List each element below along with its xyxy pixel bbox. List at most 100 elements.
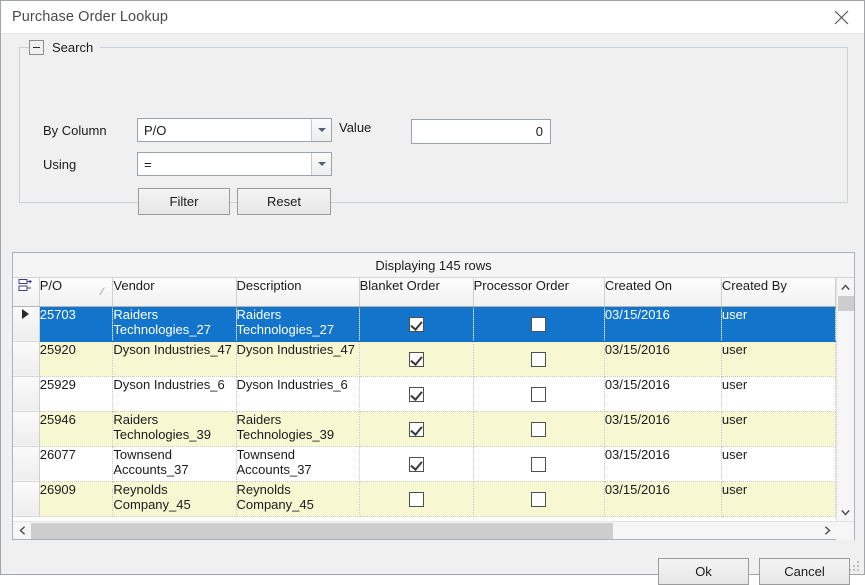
row-selector[interactable] [13,411,40,447]
cell-processor-order-checkbox[interactable] [531,456,547,472]
column-header-vendor[interactable]: Vendor [112,278,237,307]
table-row[interactable]: 26077 Townsend Accounts_37 Townsend Accoun… [13,446,836,482]
cell-blanket-order-checkbox[interactable] [408,491,424,507]
horizontal-scroll-track[interactable] [31,522,818,540]
column-header-po[interactable]: P/O ⁄ [39,278,114,307]
vertical-scroll-track[interactable] [837,296,855,503]
horizontal-scroll-thumb[interactable] [31,522,614,539]
reset-button[interactable]: Reset [237,188,331,215]
cell-blanket-order[interactable] [359,411,474,447]
cell-processor-order-checkbox[interactable] [531,491,547,507]
cell-processor-order[interactable] [473,376,605,412]
horizontal-scrollbar[interactable] [13,521,854,540]
cell-description: Dyson Industries_6 [236,376,360,412]
column-header-created-on-label: Created On [604,278,673,293]
cell-processor-order[interactable] [473,341,605,377]
by-column-label: By Column [43,123,107,138]
cell-vendor: Dyson Industries_47 [112,341,237,377]
cell-po: 26909 [39,481,114,517]
chevron-up-icon[interactable] [837,278,855,296]
table-row[interactable]: 26909 Reynolds Company_45 Reynolds Company… [13,481,836,517]
cell-created-by: user [721,411,836,447]
chevron-down-icon[interactable] [311,119,331,141]
scrollbar-corner [836,521,854,540]
cell-blanket-order-checkbox[interactable] [408,351,424,367]
cell-blanket-order-checkbox[interactable] [408,316,424,332]
column-header-blanket-order[interactable]: Blanket Order [359,278,474,307]
grid-body: P/O ⁄ Vendor Description Blanket Order P… [13,278,854,540]
cell-processor-order-checkbox[interactable] [531,316,547,332]
ok-button[interactable]: Ok [658,558,749,585]
cell-vendor: Raiders Technologies_27 [112,306,237,342]
column-header-processor-order[interactable]: Processor Order [473,278,605,307]
cell-processor-order-checkbox[interactable] [531,351,547,367]
search-group-title: Search [52,39,94,55]
header-row: P/O ⁄ Vendor Description Blanket Order P… [13,278,836,307]
column-header-po-label: P/O [39,278,63,293]
using-label: Using [43,157,77,172]
cell-description: Reynolds Company_45 [236,481,360,517]
value-label: Value [339,120,372,135]
column-header-blanket-order-label: Blanket Order [359,278,440,293]
cell-processor-order[interactable] [473,481,605,517]
cell-created-by: user [721,376,836,412]
minus-icon[interactable] [29,39,44,55]
cell-vendor: Dyson Industries_6 [112,376,237,412]
results-table: P/O ⁄ Vendor Description Blanket Order P… [13,278,836,517]
cell-blanket-order[interactable] [359,481,474,517]
cell-po: 25920 [39,341,114,377]
row-selector[interactable] [13,481,40,517]
cell-created-by: user [721,481,836,517]
value-input[interactable]: 0 [411,119,551,144]
cell-created-on: 03/15/2016 [604,341,722,377]
chevron-down-icon[interactable] [837,503,855,521]
column-header-created-on[interactable]: Created On [604,278,722,307]
vertical-scroll-thumb[interactable] [837,296,854,311]
row-selector[interactable] [13,446,40,482]
column-header-description[interactable]: Description [236,278,360,307]
cell-blanket-order[interactable] [359,341,474,377]
chevron-down-icon[interactable] [311,153,331,175]
table-row[interactable]: 25946 Raiders Technologies_39 Raiders Tech… [13,411,836,447]
column-header-created-by-label: Created By [721,278,787,293]
cell-po: 26077 [39,446,114,482]
table-row[interactable]: 25703 Raiders Technologies_27 Raiders Tech… [13,306,836,342]
search-group-header: Search [29,37,101,57]
chevron-right-icon[interactable] [818,522,836,540]
cell-processor-order[interactable] [473,446,605,482]
grid-scroll-row: P/O ⁄ Vendor Description Blanket Order P… [13,278,854,521]
cell-processor-order-checkbox[interactable] [531,421,547,437]
sort-ascending-icon: ⁄ [101,285,104,298]
table-row[interactable]: 25920 Dyson Industries_47 Dyson Industries… [13,341,836,377]
table-row[interactable]: 25929 Dyson Industries_6 Dyson Industries_… [13,376,836,412]
row-selector[interactable] [13,341,40,377]
select-all-grid-icon[interactable] [13,278,40,307]
cell-vendor: Raiders Technologies_39 [112,411,237,447]
grid-viewport: P/O ⁄ Vendor Description Blanket Order P… [13,278,836,521]
cell-blanket-order-checkbox[interactable] [408,456,424,472]
cell-blanket-order-checkbox[interactable] [408,421,424,437]
cell-created-on: 03/15/2016 [604,411,722,447]
close-icon[interactable] [818,1,864,33]
grid-row-count-caption: Displaying 145 rows [13,253,854,278]
chevron-left-icon[interactable] [13,522,31,540]
cell-blanket-order[interactable] [359,446,474,482]
using-select[interactable]: = [137,152,332,176]
cell-blanket-order[interactable] [359,306,474,342]
cell-processor-order[interactable] [473,306,605,342]
cell-processor-order-checkbox[interactable] [531,386,547,402]
vertical-scrollbar[interactable] [836,278,854,521]
row-selector[interactable] [13,306,40,342]
cell-processor-order[interactable] [473,411,605,447]
cell-blanket-order-checkbox[interactable] [408,386,424,402]
column-header-processor-order-label: Processor Order [473,278,570,293]
by-column-select[interactable]: P/O [137,118,332,142]
cell-created-by: user [721,446,836,482]
column-header-created-by[interactable]: Created By [721,278,836,307]
cell-vendor: Reynolds Company_45 [112,481,237,517]
cancel-button[interactable]: Cancel [759,558,850,585]
filter-button[interactable]: Filter [138,188,230,215]
cell-blanket-order[interactable] [359,376,474,412]
row-selector[interactable] [13,376,40,412]
resize-grip-icon[interactable] [848,559,860,571]
